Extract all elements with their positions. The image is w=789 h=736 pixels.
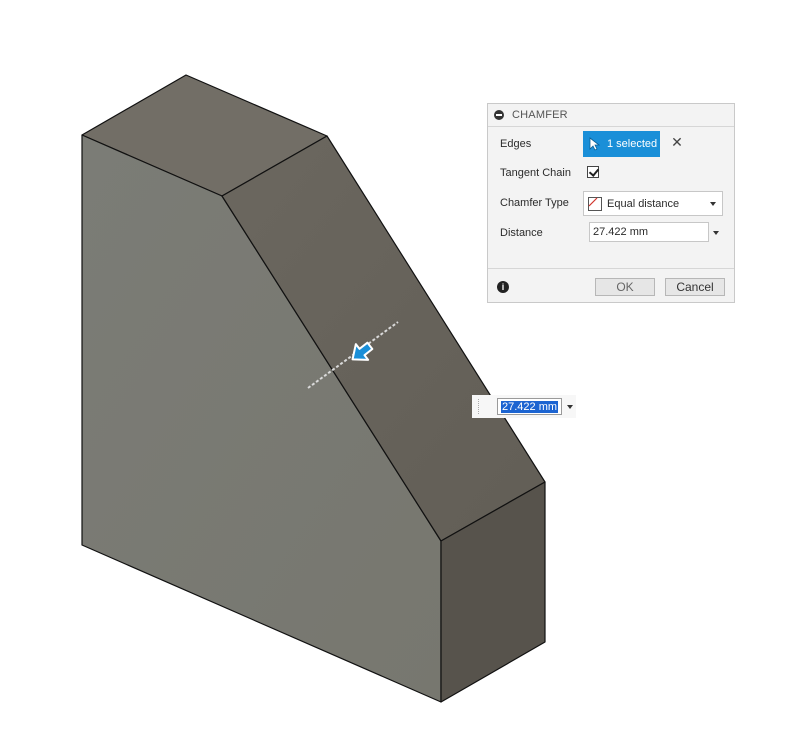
distance-value: 27.422 mm xyxy=(593,226,649,238)
cancel-button[interactable]: Cancel xyxy=(665,278,725,296)
manipulator-value: 27.422 mm xyxy=(501,400,559,413)
edges-selection-count: 1 selected xyxy=(607,138,658,150)
edges-selection-button[interactable]: 1 selected xyxy=(583,131,660,157)
distance-manipulator-input[interactable]: 27.422 mm xyxy=(472,395,576,418)
chamfer-type-value: Equal distance xyxy=(607,197,680,210)
dialog-title: CHAMFER xyxy=(512,109,568,121)
distance-input[interactable]: 27.422 mm xyxy=(589,222,709,242)
collapse-icon[interactable] xyxy=(494,110,504,120)
tangent-chain-row: Tangent Chain xyxy=(500,161,571,185)
distance-row: Distance xyxy=(500,221,543,245)
chamfer-dialog: CHAMFER Edges 1 selected ✕ Tangent Chain… xyxy=(487,103,735,303)
select-cursor-icon xyxy=(589,137,601,151)
chamfer-type-label: Chamfer Type xyxy=(500,197,569,209)
close-icon[interactable]: ✕ xyxy=(670,135,684,149)
distance-dropdown-chevron-icon[interactable] xyxy=(713,231,719,235)
dialog-header[interactable]: CHAMFER xyxy=(488,104,734,127)
chamfer-type-select[interactable]: Equal distance xyxy=(583,191,723,216)
info-icon[interactable]: i xyxy=(497,281,509,293)
drag-grip-icon[interactable] xyxy=(478,399,481,414)
manipulator-field[interactable]: 27.422 mm xyxy=(497,398,562,415)
chevron-down-icon xyxy=(710,202,716,206)
chevron-down-icon[interactable] xyxy=(567,405,573,409)
solid-body[interactable] xyxy=(81,74,546,703)
chamfer-type-row: Chamfer Type xyxy=(500,191,569,215)
tangent-chain-label: Tangent Chain xyxy=(500,167,571,179)
ok-button[interactable]: OK xyxy=(595,278,655,296)
tangent-chain-checkbox[interactable] xyxy=(587,166,599,178)
edges-label: Edges xyxy=(500,138,532,150)
chamfer-type-icon xyxy=(588,196,602,211)
edges-row: Edges xyxy=(500,132,531,156)
distance-label: Distance xyxy=(500,227,543,239)
dialog-footer: i OK Cancel xyxy=(488,268,734,303)
